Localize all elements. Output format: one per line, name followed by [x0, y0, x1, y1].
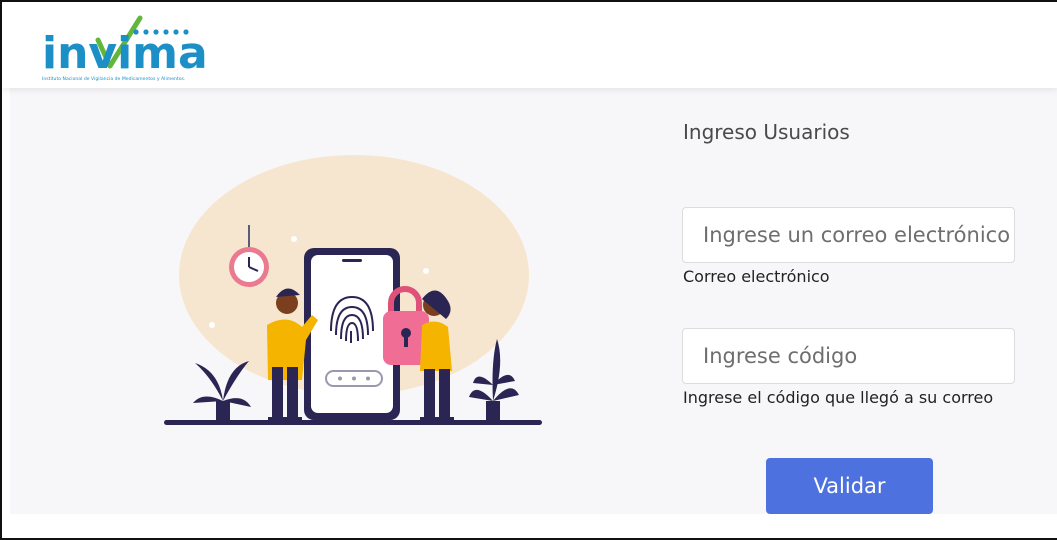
login-title: Ingreso Usuarios — [683, 120, 850, 144]
security-illustration — [164, 155, 542, 425]
person-right — [420, 290, 454, 422]
logo-wordmark: invima — [42, 28, 208, 79]
logo-tagline: Instituto Nacional de Vigilancia de Medi… — [42, 76, 185, 82]
invima-logo[interactable]: invima Instituto Nacional de Vigilancia … — [40, 14, 230, 86]
email-input[interactable] — [682, 207, 1015, 263]
footer-strip — [2, 514, 1057, 538]
code-help-text: Ingrese el código que llegó a su correo — [683, 388, 994, 407]
potted-plant-icon — [193, 361, 251, 420]
validate-button[interactable]: Validar — [766, 458, 933, 514]
header: invima Instituto Nacional de Vigilancia … — [2, 2, 1057, 88]
email-help-text: Correo electrónico — [683, 267, 830, 286]
code-input[interactable] — [682, 328, 1015, 384]
password-dots-icon — [325, 370, 383, 387]
